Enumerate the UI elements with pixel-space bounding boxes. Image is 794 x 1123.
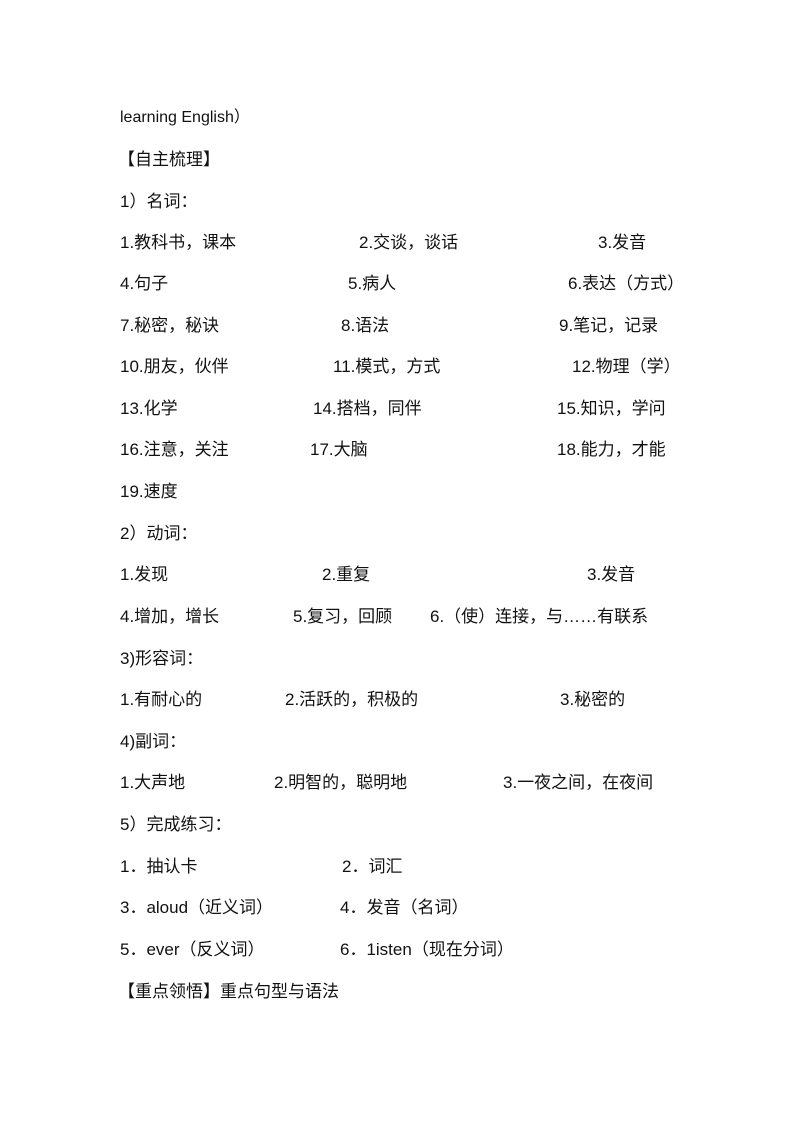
adjective-item: 3.秘密的: [560, 690, 626, 709]
adverb-item: 1.大声地: [120, 773, 186, 792]
exercise-item: 1．抽认卡: [120, 857, 198, 876]
noun-item: 15.知识，学问: [557, 399, 666, 418]
noun-item: 18.能力，才能: [557, 440, 666, 459]
intro-line: learning English）: [120, 109, 250, 126]
verb-item: 5.复习，回顾: [293, 607, 393, 626]
verb-item: 3.发音: [587, 565, 636, 584]
noun-item: 13.化学: [120, 399, 178, 418]
noun-item: 8.语法: [341, 316, 390, 335]
noun-item: 11.模式，方式: [333, 357, 441, 376]
noun-item: 6.表达（方式）: [568, 274, 685, 293]
key-points-heading: 【重点领悟】重点句型与语法: [118, 982, 339, 1001]
noun-item: 5.病人: [348, 274, 397, 293]
adverb-item: 2.明智的，聪明地: [274, 773, 408, 792]
noun-item: 10.朋友，伙伴: [120, 357, 229, 376]
noun-item: 3.发音: [598, 233, 647, 252]
noun-item: 7.秘密，秘诀: [120, 316, 220, 335]
verb-item: 6.（使）连接，与……有联系: [430, 607, 649, 626]
noun-item: 16.注意，关注: [120, 440, 229, 459]
adjective-item: 2.活跃的，积极的: [285, 690, 419, 709]
noun-item: 2.交谈，谈话: [359, 233, 459, 252]
adjectives-heading: 3)形容词：: [120, 649, 204, 668]
verb-item: 2.重复: [322, 565, 371, 584]
exercise-item: 3．aloud（近义词）: [120, 898, 274, 917]
noun-item: 4.句子: [120, 274, 169, 293]
adverb-item: 3.一夜之间，在夜间: [503, 773, 654, 792]
noun-item: 17.大脑: [310, 440, 368, 459]
exercise-item: 5．ever（反义词）: [120, 940, 265, 959]
noun-item: 19.速度: [120, 482, 178, 501]
nouns-heading: 1）名词：: [120, 192, 198, 211]
verb-item: 1.发现: [120, 565, 169, 584]
noun-item: 14.搭档，同伴: [313, 399, 422, 418]
verbs-heading: 2）动词：: [120, 524, 198, 543]
noun-item: 9.笔记，记录: [559, 316, 659, 335]
exercise-item: 4．发音（名词）: [340, 898, 469, 917]
adjective-item: 1.有耐心的: [120, 690, 203, 709]
exercise-item: 2．词汇: [342, 857, 403, 876]
section-heading: 【自主梳理】: [118, 150, 220, 169]
noun-item: 1.教科书，课本: [120, 233, 237, 252]
adverbs-heading: 4)副词：: [120, 732, 187, 751]
noun-item: 12.物理（学）: [572, 357, 681, 376]
verb-item: 4.增加，增长: [120, 607, 220, 626]
exercise-item: 6．1isten（现在分词）: [340, 940, 514, 959]
exercises-heading: 5）完成练习：: [120, 815, 232, 834]
